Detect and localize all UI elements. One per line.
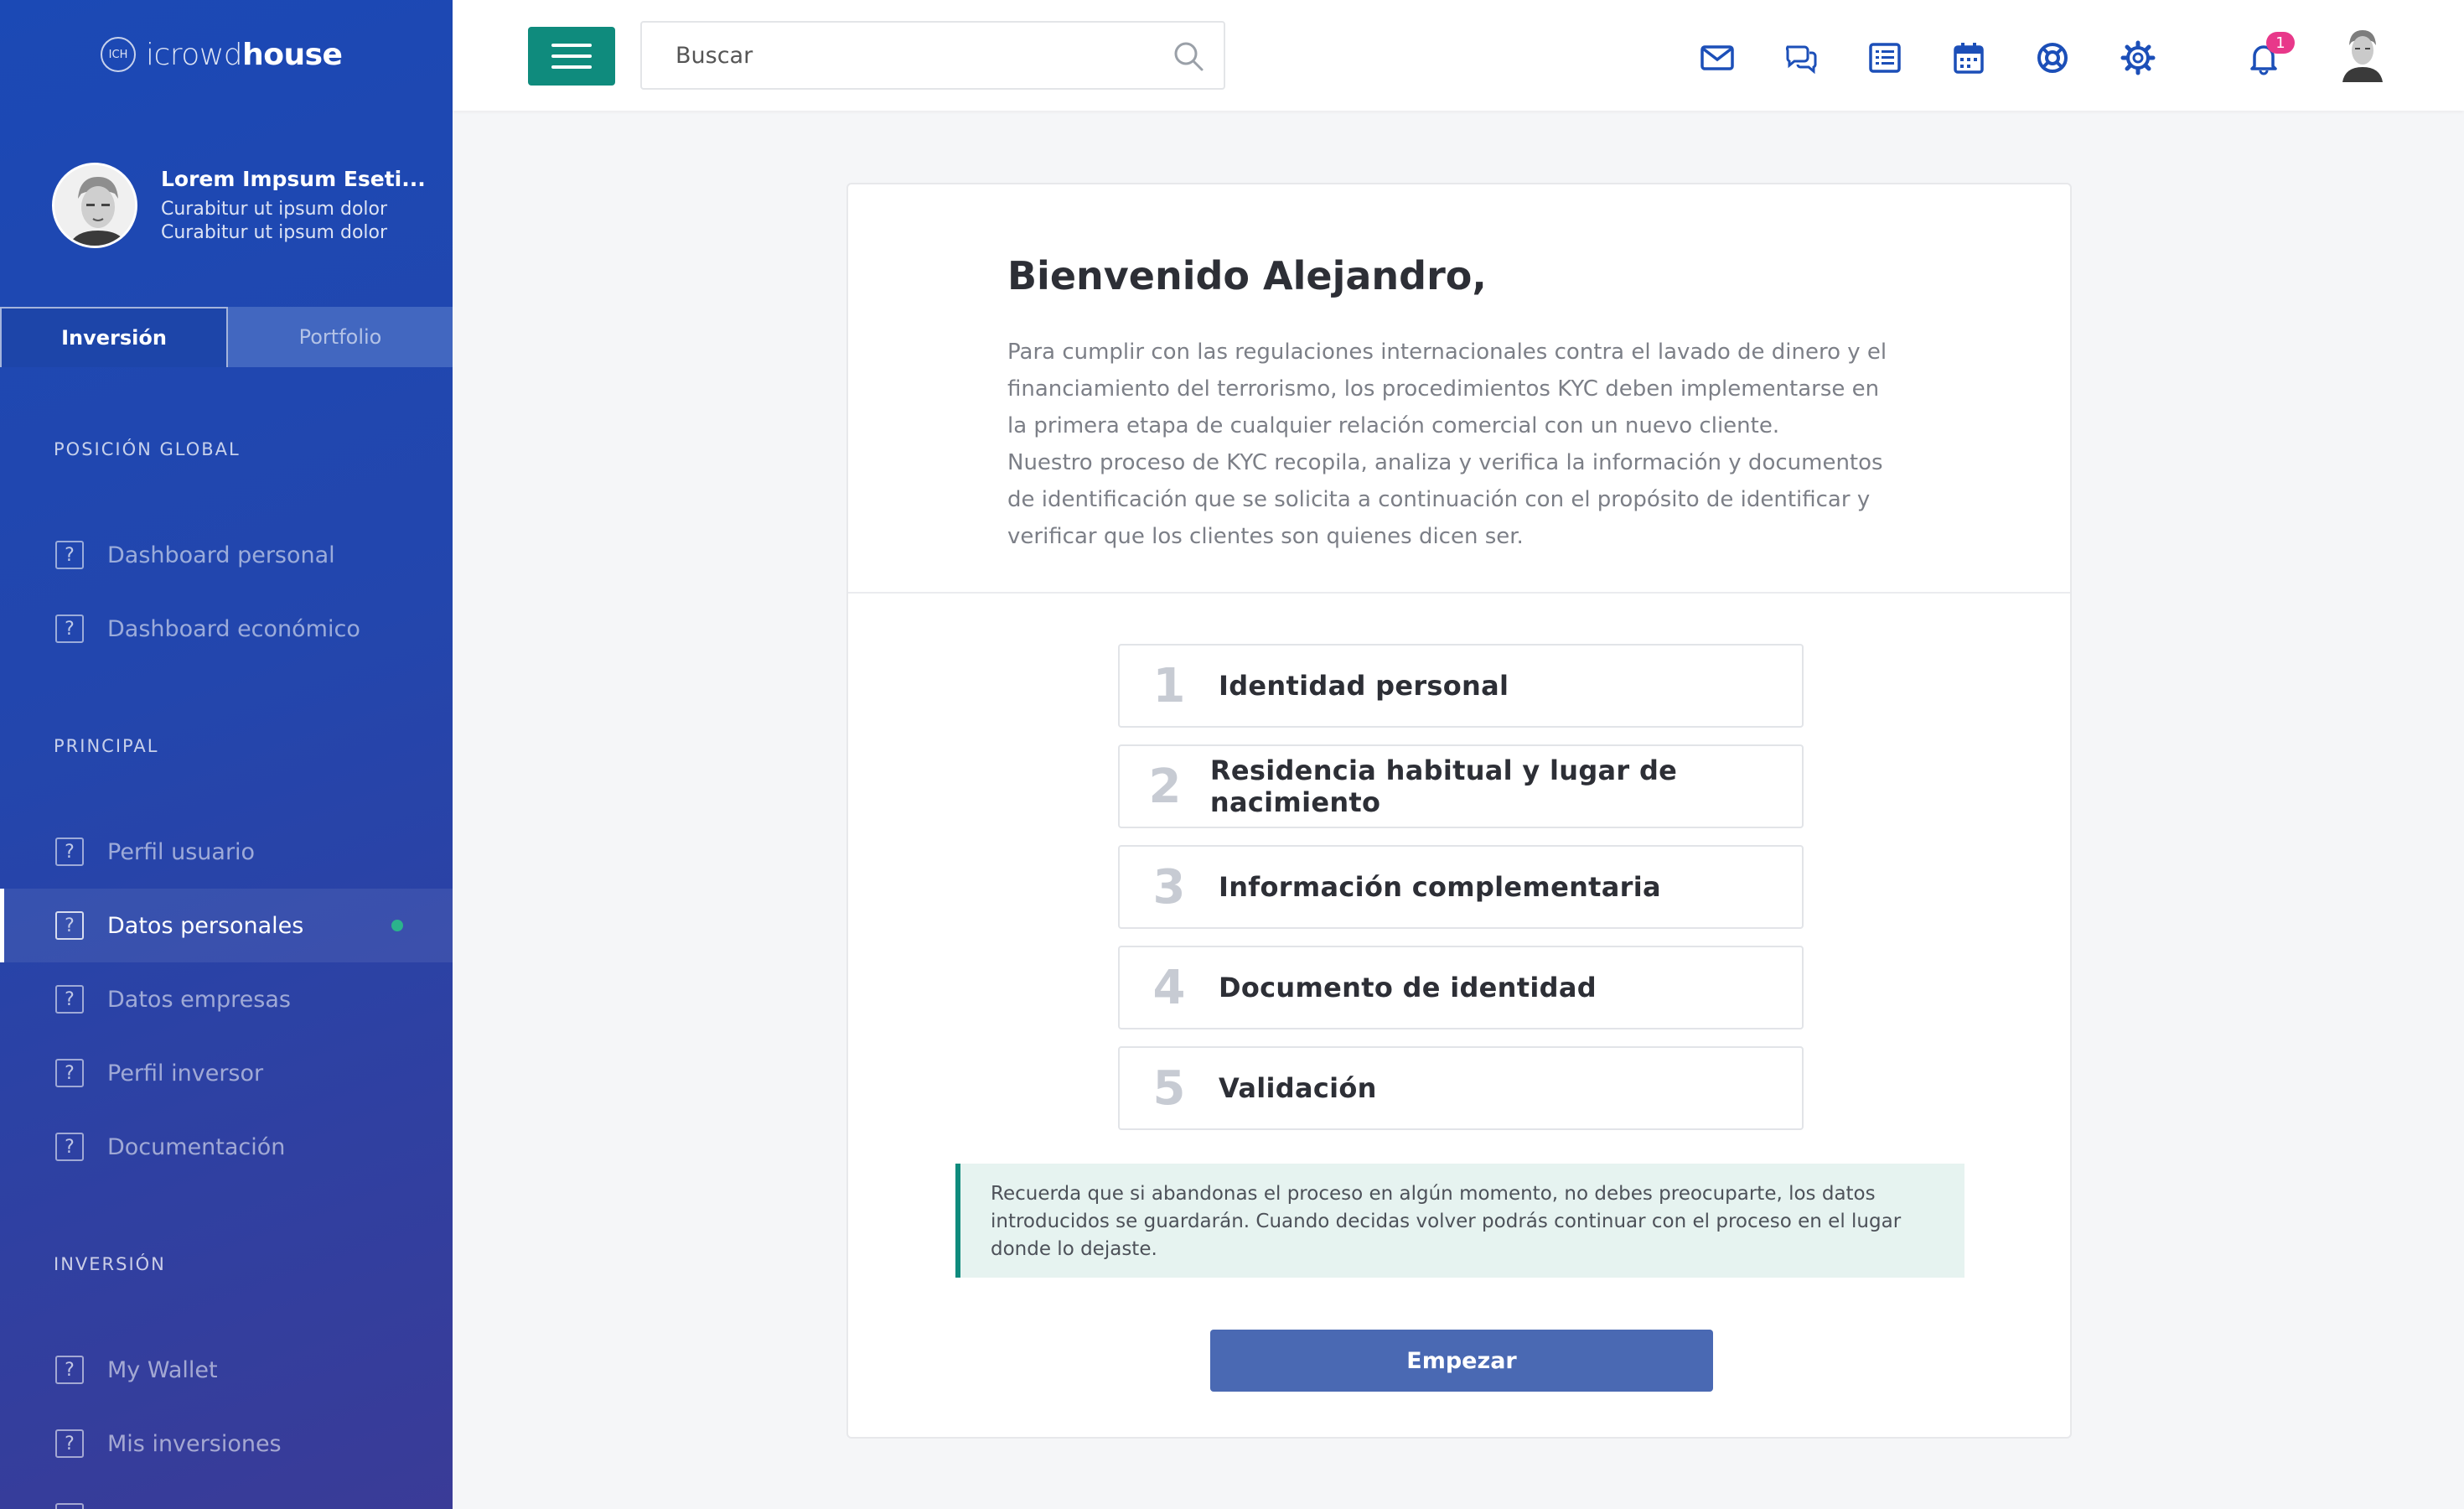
sidebar-tabs: Inversión Portfolio — [0, 307, 453, 367]
settings-icon[interactable] — [2120, 40, 2156, 75]
step-number: 2 — [1148, 759, 1182, 814]
tab-inversion[interactable]: Inversión — [0, 307, 228, 367]
sidebar-item-label: Perfil usuario — [107, 838, 256, 865]
brand-name-light: icrowd — [146, 37, 243, 72]
profile-line-1: Curabitur ut ipsum dolor — [161, 198, 388, 220]
info-notice: Recuerda que si abandonas el proceso en … — [955, 1164, 1964, 1278]
brand-logo[interactable]: ICH icrowdhouse — [101, 37, 343, 72]
sidebar-item-datos-personales[interactable]: ? Datos personales — [0, 889, 453, 962]
list-icon[interactable] — [1867, 40, 1902, 75]
sidebar-item-label: My Wallet — [107, 1356, 218, 1383]
tab-portfolio[interactable]: Portfolio — [228, 307, 453, 367]
page-title: Bienvenido Alejandro, — [1007, 253, 1487, 298]
kyc-step-2[interactable]: 2 Residencia habitual y lugar de nacimie… — [1118, 744, 1804, 828]
kyc-description-paragraph-2: Nuestro proceso de KYC recopila, analiza… — [1007, 450, 1883, 549]
avatar[interactable] — [52, 163, 137, 248]
step-label: Residencia habitual y lugar de nacimient… — [1209, 754, 1678, 818]
sidebar-item-label: Perfil inversor — [107, 1060, 264, 1086]
brand-name-bold: house — [242, 37, 343, 72]
kyc-step-3[interactable]: 3 Información complementaria — [1118, 845, 1804, 929]
sidebar-item-partial[interactable]: ? — [0, 1480, 453, 1509]
support-icon[interactable] — [2035, 40, 2070, 75]
sidebar-item-label: Mis inversiones — [107, 1430, 282, 1457]
help-box-icon: ? — [55, 1059, 84, 1087]
section-title-inversion: INVERSIÓN — [54, 1254, 166, 1274]
kyc-step-4[interactable]: 4 Documento de identidad — [1118, 946, 1804, 1029]
step-label: Identidad personal — [1219, 670, 1509, 702]
sidebar-item-dashboard-personal[interactable]: ? Dashboard personal — [0, 518, 453, 592]
step-label: Validación — [1219, 1072, 1377, 1104]
divider — [848, 592, 2070, 594]
sidebar-item-perfil-inversor[interactable]: ? Perfil inversor — [0, 1036, 453, 1110]
sidebar-item-label: Dashboard económico — [107, 615, 360, 642]
brand-name: icrowdhouse — [146, 37, 343, 72]
help-box-icon: ? — [55, 1429, 84, 1458]
step-number: 4 — [1152, 960, 1186, 1015]
help-box-icon: ? — [55, 985, 84, 1014]
profile-line-2: Curabitur ut ipsum dolor — [161, 221, 388, 243]
sidebar-item-my-wallet[interactable]: ? My Wallet — [0, 1333, 453, 1407]
sidebar-item-label: Dashboard personal — [107, 542, 335, 568]
step-number: 1 — [1152, 658, 1186, 713]
sidebar-item-dashboard-economico[interactable]: ? Dashboard económico — [0, 592, 453, 666]
search-icon[interactable] — [1172, 39, 1205, 73]
kyc-description: Para cumplir con las regulaciones intern… — [1007, 334, 1896, 555]
step-label: Información complementaria — [1219, 871, 1661, 903]
sidebar-item-label: Datos personales — [107, 912, 304, 939]
kyc-step-5[interactable]: 5 Validación — [1118, 1046, 1804, 1130]
user-avatar-button[interactable] — [2338, 25, 2387, 82]
help-box-icon: ? — [55, 837, 84, 866]
sidebar-item-mis-inversiones[interactable]: ? Mis inversiones — [0, 1407, 453, 1480]
help-box-icon: ? — [55, 911, 84, 940]
avatar-portrait-icon — [54, 165, 135, 246]
sidebar-item-perfil-usuario[interactable]: ? Perfil usuario — [0, 815, 453, 889]
search-input[interactable]: Buscar — [640, 21, 1225, 90]
help-box-icon: ? — [55, 614, 84, 643]
help-box-icon: ? — [55, 541, 84, 569]
user-profile[interactable]: Lorem Impsum Eseti... Curabitur ut ipsum… — [52, 163, 426, 248]
kyc-step-1[interactable]: 1 Identidad personal — [1118, 644, 1804, 728]
step-number: 3 — [1152, 859, 1186, 915]
section-title-principal: PRINCIPAL — [54, 736, 159, 756]
help-box-icon: ? — [55, 1133, 84, 1161]
search-placeholder: Buscar — [676, 42, 753, 69]
step-number: 5 — [1152, 1060, 1186, 1116]
section-title-posicion-global: POSICIÓN GLOBAL — [54, 439, 241, 459]
avatar-portrait-icon — [2338, 25, 2387, 82]
mail-icon[interactable] — [1700, 40, 1735, 75]
sidebar-item-label: Datos empresas — [107, 986, 291, 1013]
profile-name: Lorem Impsum Eseti... — [161, 166, 426, 191]
sidebar-item-datos-empresas[interactable]: ? Datos empresas — [0, 962, 453, 1036]
calendar-icon[interactable] — [1951, 40, 1986, 75]
help-box-icon: ? — [55, 1503, 84, 1509]
top-bar: Buscar 1 — [453, 0, 2464, 111]
sidebar-item-label: Documentación — [107, 1133, 286, 1160]
step-label: Documento de identidad — [1219, 972, 1597, 1003]
sidebar: ICH icrowdhouse Lorem Impsum Eseti... Cu… — [0, 0, 453, 1509]
profile-info: Lorem Impsum Eseti... Curabitur ut ipsum… — [161, 167, 426, 245]
kyc-welcome-card: Bienvenido Alejandro, Para cumplir con l… — [846, 183, 2072, 1439]
active-status-dot — [391, 920, 403, 931]
sidebar-item-documentacion[interactable]: ? Documentación — [0, 1110, 453, 1184]
hamburger-menu-button[interactable] — [528, 27, 615, 86]
logo-mark-icon: ICH — [101, 37, 136, 72]
help-box-icon: ? — [55, 1356, 84, 1384]
start-button[interactable]: Empezar — [1210, 1330, 1713, 1392]
chat-icon[interactable] — [1783, 40, 1819, 75]
notification-badge: 1 — [2266, 32, 2295, 54]
kyc-description-paragraph-1: Para cumplir con las regulaciones intern… — [1007, 340, 1887, 438]
